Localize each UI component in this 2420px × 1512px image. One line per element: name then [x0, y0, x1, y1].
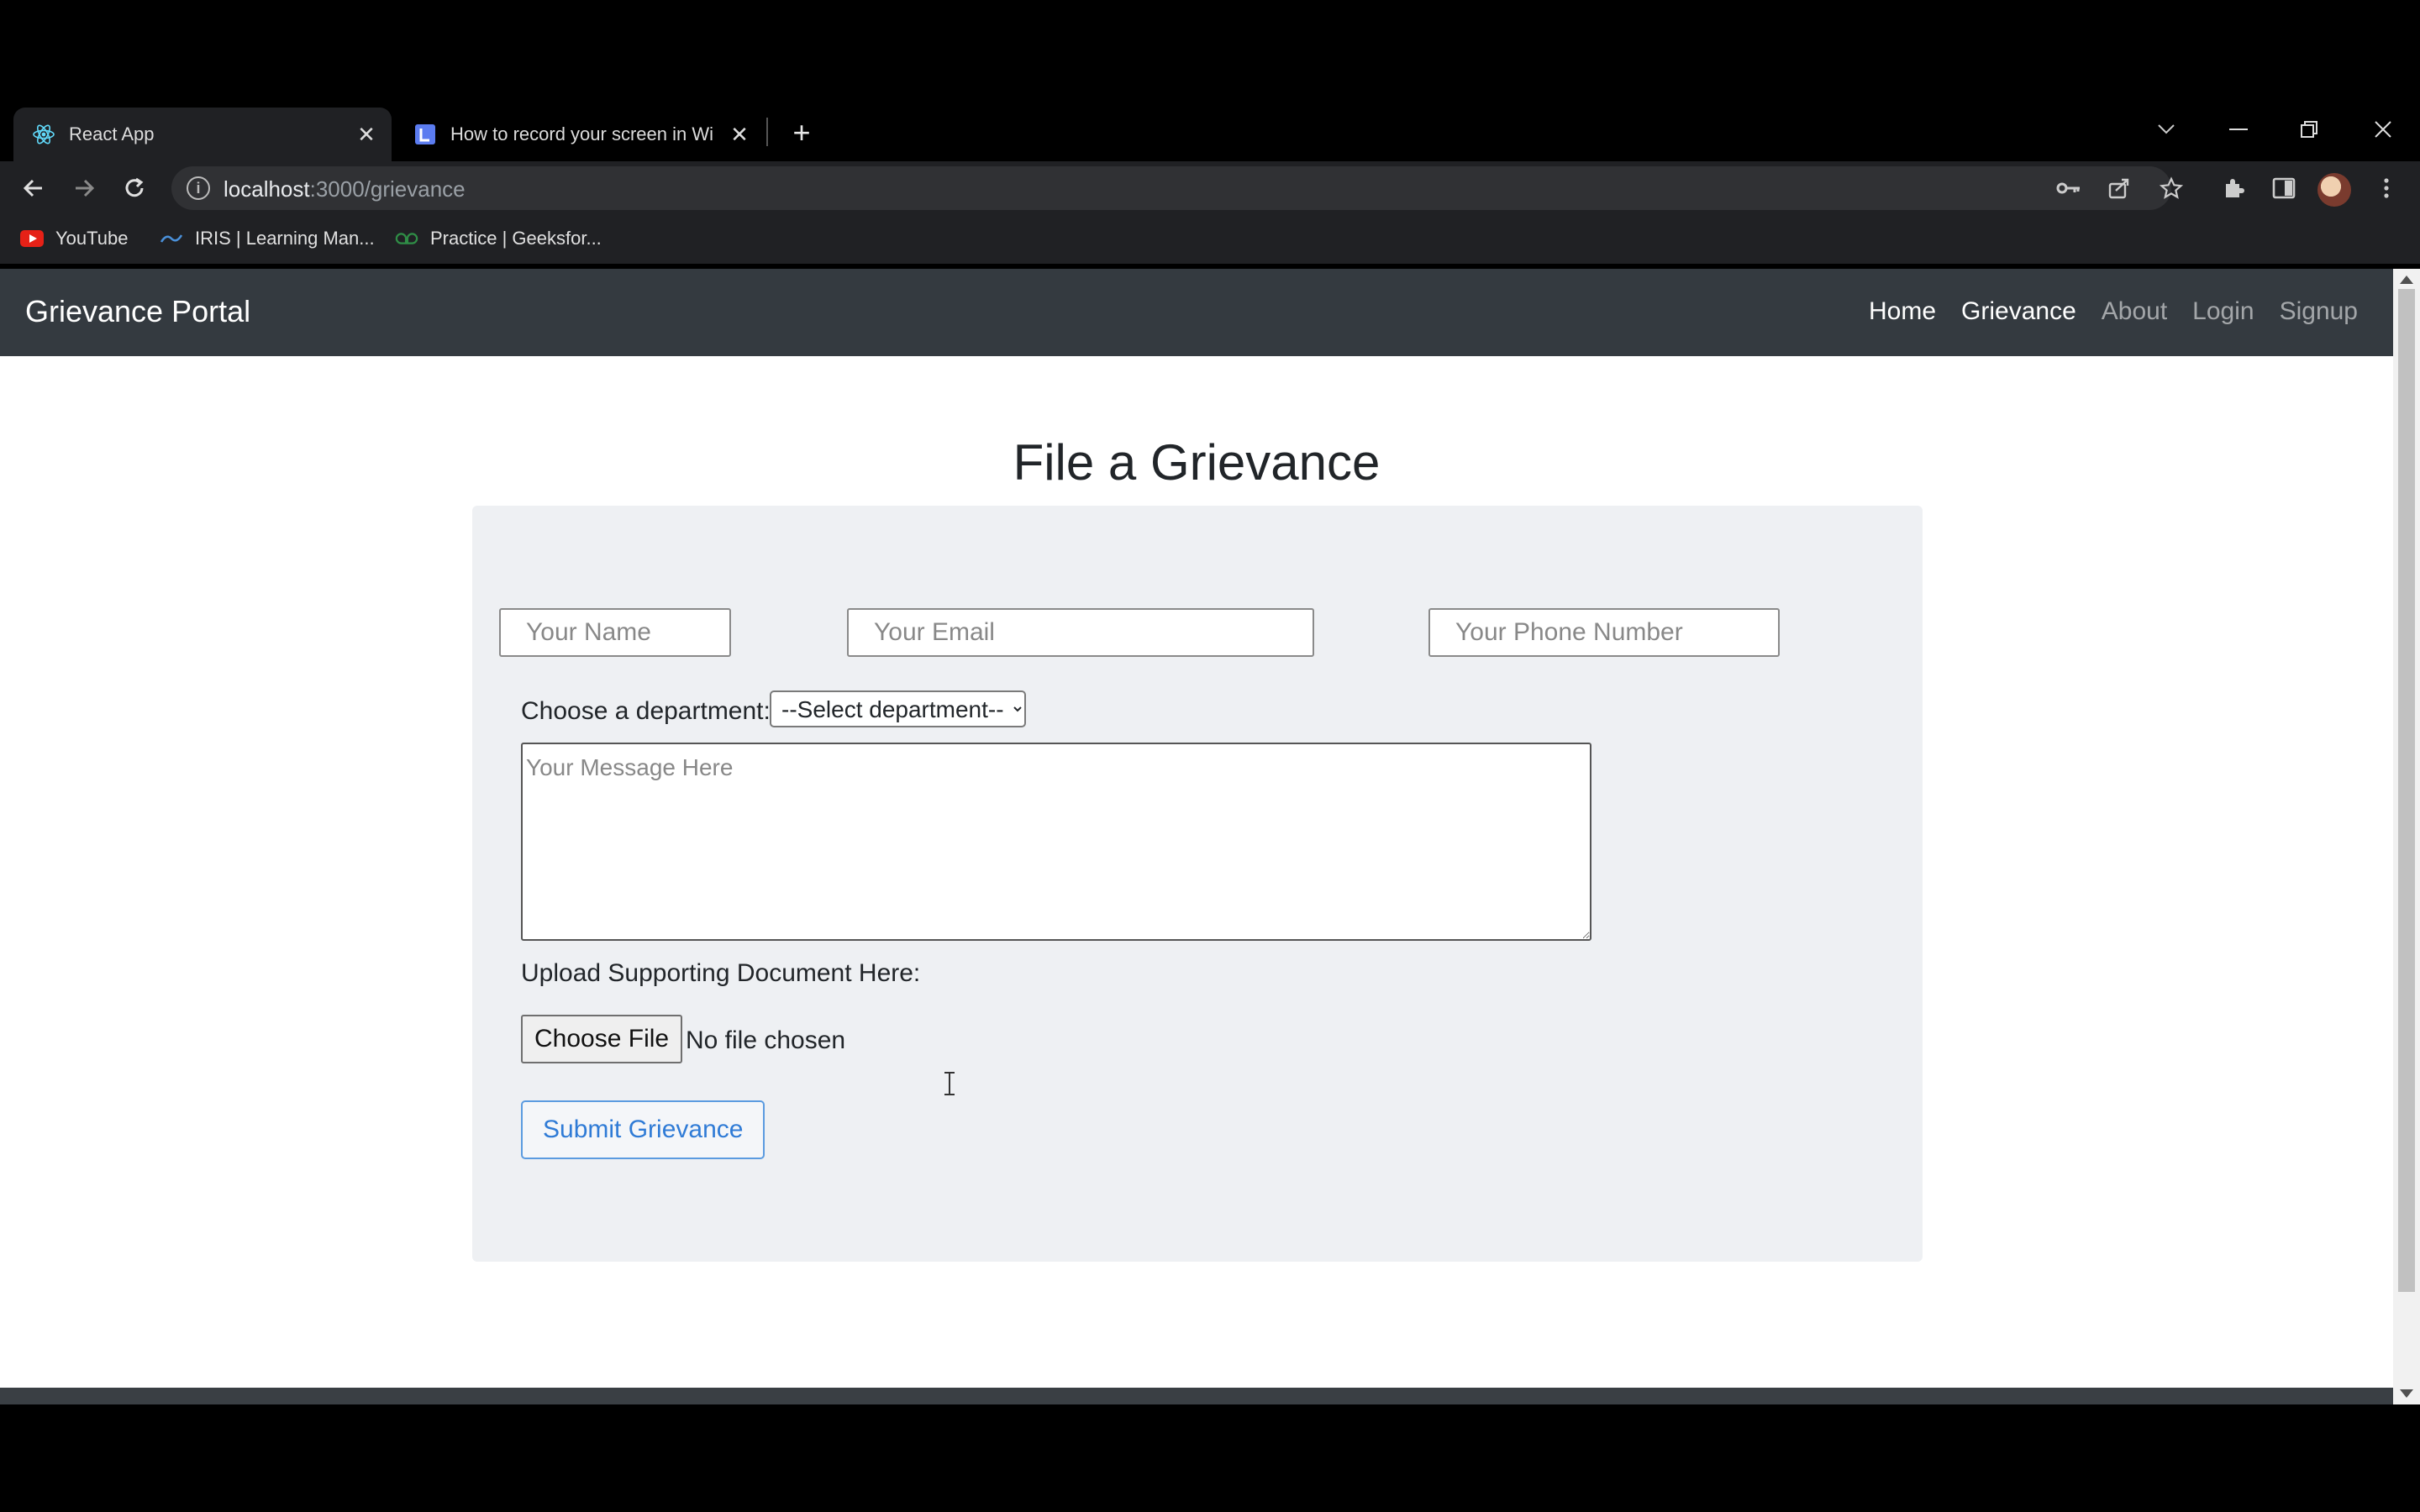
message-textarea[interactable]: [521, 743, 1591, 941]
tab-title: React App: [69, 123, 155, 144]
email-input[interactable]: [847, 608, 1314, 657]
submit-grievance-button[interactable]: Submit Grievance: [521, 1100, 765, 1159]
menu-kebab-icon[interactable]: [2368, 170, 2405, 207]
page-viewport: Grievance Portal Home Grievance About Lo…: [0, 269, 2393, 1388]
grievance-form-card: Choose a department: --Select department…: [472, 506, 1923, 1262]
gfg-icon: [395, 229, 418, 248]
nav-login[interactable]: Login: [2192, 297, 2254, 326]
file-status: No file chosen: [686, 1026, 846, 1054]
youtube-icon: [20, 229, 44, 248]
share-icon[interactable]: [2101, 170, 2138, 207]
new-tab-button[interactable]: +: [783, 114, 820, 151]
name-input[interactable]: [499, 608, 731, 657]
close-icon[interactable]: ✕: [723, 118, 756, 151]
brand-title[interactable]: Grievance Portal: [25, 294, 250, 329]
close-icon[interactable]: ✕: [350, 118, 383, 151]
url-host: localhost: [224, 176, 310, 202]
bookmark-star-icon[interactable]: [2153, 170, 2190, 207]
bookmarks-bar: YouTube IRIS | Learning Man... Practice …: [0, 215, 2420, 264]
tab-title: How to record your screen in Wi: [450, 123, 713, 144]
bookmark-iris[interactable]: IRIS | Learning Man...: [160, 223, 375, 254]
restore-icon[interactable]: [2284, 109, 2334, 150]
tab-how-to-record[interactable]: How to record your screen in Wi ✕: [395, 108, 765, 161]
bookmark-youtube[interactable]: YouTube: [20, 223, 128, 254]
url-path: :3000/grievance: [309, 176, 466, 202]
back-icon[interactable]: [13, 168, 54, 208]
bookmark-geeksforgeeks[interactable]: Practice | Geeksfor...: [395, 223, 602, 254]
forward-icon[interactable]: [64, 168, 104, 208]
tab-search-icon[interactable]: [2141, 109, 2191, 150]
iris-icon: [160, 229, 183, 248]
reload-icon[interactable]: [114, 168, 155, 208]
tab-separator: [766, 118, 768, 146]
phone-input[interactable]: [1428, 608, 1780, 657]
choose-file-button[interactable]: Choose File: [521, 1015, 683, 1063]
profile-avatar[interactable]: [2317, 173, 2351, 207]
app-navbar: Grievance Portal Home Grievance About Lo…: [0, 269, 2393, 356]
nav-grievance[interactable]: Grievance: [1961, 297, 2076, 326]
bookmark-label: IRIS | Learning Man...: [195, 228, 375, 249]
vertical-scrollbar[interactable]: [2393, 269, 2420, 1404]
nav-links: Home Grievance About Login Signup: [1869, 297, 2358, 326]
page-title: File a Grievance: [1013, 434, 1381, 491]
key-icon[interactable]: [2050, 170, 2087, 207]
upload-label: Upload Supporting Document Here:: [521, 959, 921, 987]
minimize-icon[interactable]: [2213, 109, 2264, 150]
extensions-icon[interactable]: [2215, 170, 2252, 207]
bookmark-label: Practice | Geeksfor...: [430, 228, 602, 249]
browser-toolbar: i localhost:3000/grievance: [0, 161, 2420, 215]
url-text: localhost:3000/grievance: [224, 176, 466, 202]
screen: React App ✕ How to record your screen in…: [0, 0, 2420, 1512]
scroll-up-icon[interactable]: [2400, 276, 2413, 284]
tab-strip: React App ✕ How to record your screen in…: [0, 99, 2420, 161]
react-icon: [32, 123, 55, 146]
bookmark-label: YouTube: [55, 228, 129, 249]
nav-about[interactable]: About: [2102, 297, 2167, 326]
department-label: Choose a department:: [521, 697, 771, 725]
nav-signup[interactable]: Signup: [2280, 297, 2358, 326]
address-bar[interactable]: i localhost:3000/grievance: [171, 166, 2171, 210]
nav-home[interactable]: Home: [1869, 297, 1936, 326]
department-select[interactable]: --Select department--: [770, 690, 1026, 727]
tab-react-app[interactable]: React App ✕: [13, 108, 392, 161]
page-footer-strip: [0, 1388, 2393, 1404]
loom-icon: [413, 123, 437, 146]
scroll-down-icon[interactable]: [2400, 1389, 2413, 1398]
site-info-icon[interactable]: i: [187, 176, 210, 200]
text-cursor-icon: [944, 1072, 955, 1095]
scrollbar-thumb[interactable]: [2398, 289, 2415, 1292]
side-panel-icon[interactable]: [2265, 170, 2302, 207]
close-window-icon[interactable]: [2358, 109, 2408, 150]
